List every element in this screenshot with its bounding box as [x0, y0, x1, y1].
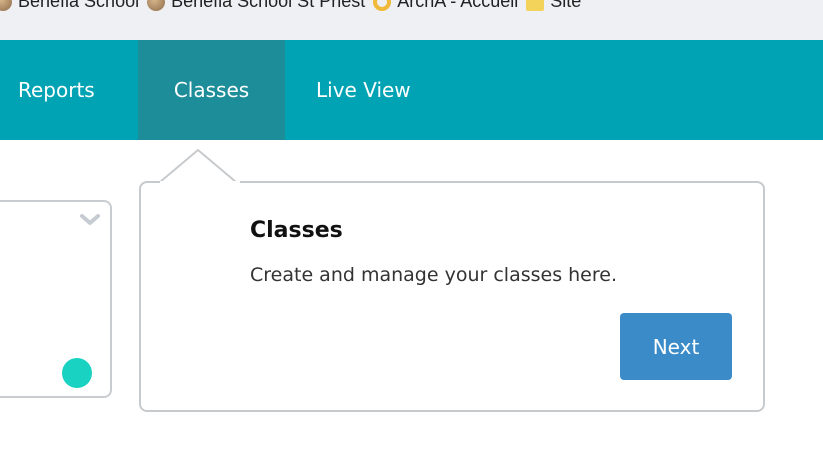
nav-item-label: Reports	[18, 78, 95, 102]
popover-arrow	[160, 148, 240, 188]
bookmark-benefia-school[interactable]: Benefia School	[0, 0, 139, 12]
folder-icon	[526, 0, 545, 11]
next-button[interactable]: Next	[620, 313, 732, 380]
app-screen: Benefia School Benefia School St Priest …	[0, 0, 823, 454]
popover-title: Classes	[250, 218, 343, 243]
nav-item-classes[interactable]: Classes	[138, 40, 285, 140]
bookmarks-bar: Benefia School Benefia School St Priest …	[0, 0, 823, 40]
nav-item-label: Live View	[316, 78, 411, 102]
top-nav: Reports Classes Live View	[0, 40, 823, 140]
popover-text: Create and manage your classes here.	[250, 264, 617, 286]
bookmark-label: Benefia School	[18, 0, 140, 11]
nav-item-label: Classes	[173, 78, 250, 102]
school-globe-icon	[147, 0, 166, 11]
status-dot	[62, 358, 92, 388]
ring-icon	[373, 0, 392, 11]
bookmark-label: Site	[550, 0, 582, 11]
bookmark-site[interactable]: Site	[526, 0, 581, 12]
school-globe-icon	[0, 0, 12, 11]
bookmarks-row: Benefia School Benefia School St Priest …	[0, 0, 581, 12]
bookmark-archa-accueil[interactable]: ArchA - Accueil	[373, 0, 518, 12]
bookmark-label: ArchA - Accueil	[397, 0, 519, 11]
chevron-down-icon[interactable]	[80, 214, 100, 226]
class-card[interactable]	[0, 200, 112, 398]
nav-item-reports[interactable]: Reports	[18, 40, 95, 140]
nav-item-live-view[interactable]: Live View	[316, 40, 411, 140]
bookmark-label: Benefia School St Priest	[171, 0, 366, 11]
bookmark-benefia-school-st-priest[interactable]: Benefia School St Priest	[147, 0, 365, 12]
